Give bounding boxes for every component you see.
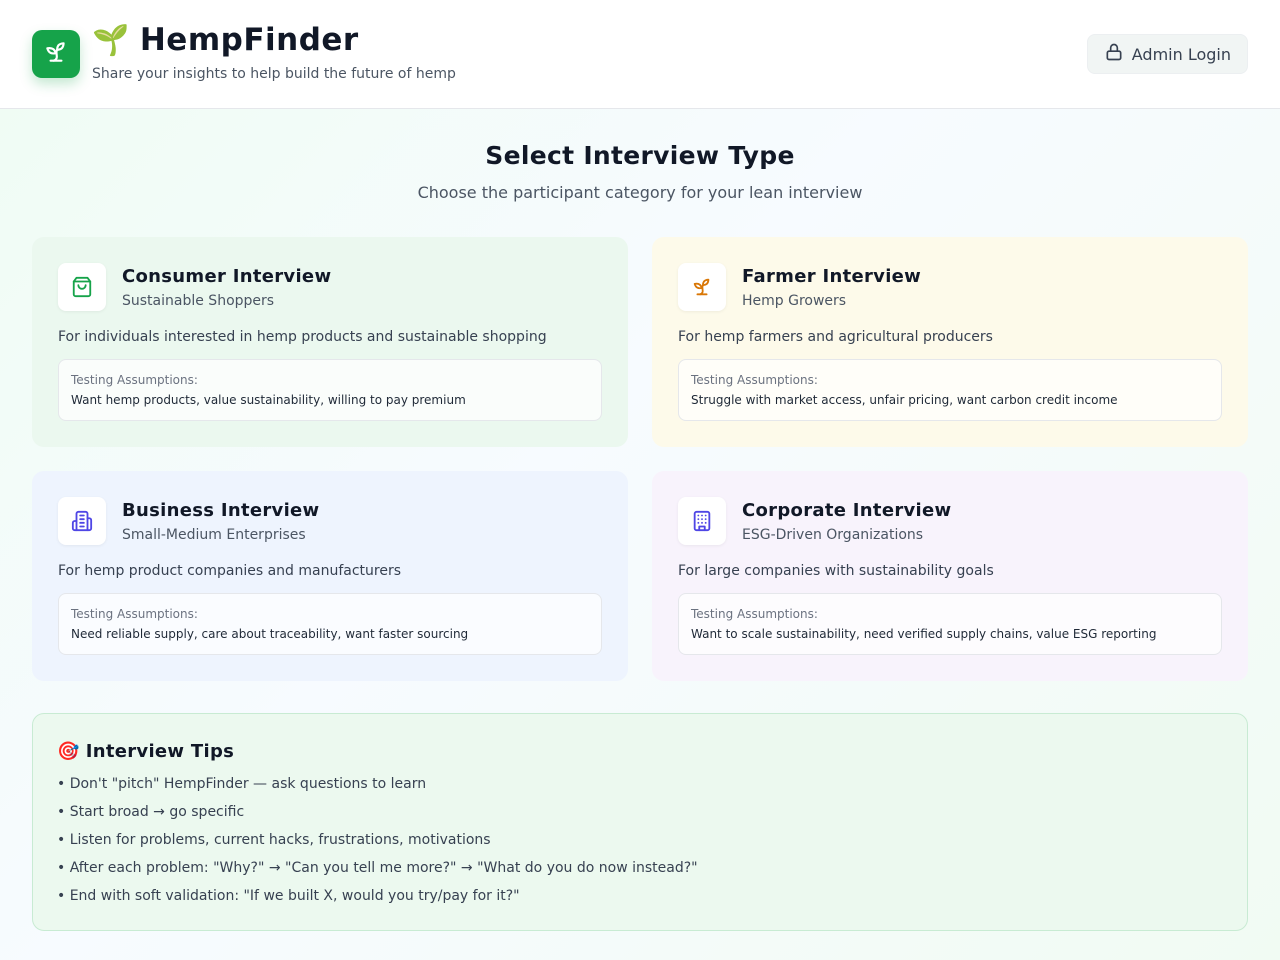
- card-subtitle: Small-Medium Enterprises: [122, 527, 306, 543]
- tips-list: • Don't "pitch" HempFinder — ask questio…: [57, 774, 698, 914]
- card-title: Corporate Interview: [742, 500, 952, 521]
- app-subtitle: Share your insights to help build the fu…: [92, 66, 456, 82]
- tips-heading: 🎯 Interview Tips: [57, 741, 234, 762]
- card-description: For large companies with sustainability …: [678, 563, 994, 579]
- office-building-icon: [678, 497, 726, 545]
- business-interview-card[interactable]: Business Interview Small-Medium Enterpri…: [32, 471, 628, 681]
- admin-login-button[interactable]: Admin Login: [1086, 34, 1248, 74]
- app-logo: [32, 30, 80, 78]
- card-description: For hemp farmers and agricultural produc…: [678, 329, 993, 345]
- app-header: 🌱 HempFinder Share your insights to help…: [0, 0, 1280, 109]
- card-subtitle: Sustainable Shoppers: [122, 293, 275, 309]
- assumptions-box: Testing Assumptions: Struggle with marke…: [678, 359, 1222, 421]
- card-subtitle: ESG-Driven Organizations: [742, 527, 924, 543]
- tip-item: • After each problem: "Why?" → "Can you …: [57, 860, 698, 876]
- buildings-icon: [58, 497, 106, 545]
- assumptions-box: Testing Assumptions: Need reliable suppl…: [58, 593, 602, 655]
- assumptions-box: Testing Assumptions: Want to scale susta…: [678, 593, 1222, 655]
- card-title: Consumer Interview: [122, 266, 332, 287]
- card-subtitle: Hemp Growers: [742, 293, 847, 309]
- shopping-bag-icon: [58, 263, 106, 311]
- assumptions-label: Testing Assumptions:: [691, 373, 818, 387]
- interview-tips-panel: 🎯 Interview Tips • Don't "pitch" HempFin…: [32, 713, 1248, 931]
- farmer-interview-card[interactable]: Farmer Interview Hemp Growers For hemp f…: [652, 237, 1248, 447]
- app-name: HempFinder: [139, 22, 359, 58]
- app-title: 🌱 HempFinder: [92, 22, 359, 58]
- card-title: Farmer Interview: [742, 266, 922, 287]
- consumer-interview-card[interactable]: Consumer Interview Sustainable Shoppers …: [32, 237, 628, 447]
- sprout-icon: [43, 39, 69, 69]
- card-title: Business Interview: [122, 500, 320, 521]
- lock-icon: [1104, 42, 1124, 66]
- tips-title: Interview Tips: [85, 741, 235, 762]
- target-icon: 🎯: [57, 741, 80, 762]
- admin-login-label: Admin Login: [1131, 44, 1231, 64]
- sprout-icon: [678, 263, 726, 311]
- tip-item: • End with soft validation: "If we built…: [57, 888, 520, 904]
- assumptions-text: Want hemp products, value sustainability…: [71, 393, 466, 407]
- tip-item: • Don't "pitch" HempFinder — ask questio…: [57, 776, 427, 792]
- assumptions-label: Testing Assumptions:: [71, 607, 198, 621]
- card-description: For hemp product companies and manufactu…: [58, 563, 401, 579]
- page-title: Select Interview Type: [485, 141, 795, 170]
- seedling-emoji-icon: 🌱: [92, 22, 130, 58]
- assumptions-box: Testing Assumptions: Want hemp products,…: [58, 359, 602, 421]
- assumptions-label: Testing Assumptions:: [71, 373, 198, 387]
- tip-item: • Listen for problems, current hacks, fr…: [57, 832, 491, 848]
- assumptions-label: Testing Assumptions:: [691, 607, 818, 621]
- assumptions-text: Need reliable supply, care about traceab…: [71, 627, 469, 641]
- tip-item: • Start broad → go specific: [57, 804, 245, 820]
- assumptions-text: Struggle with market access, unfair pric…: [691, 393, 1118, 407]
- card-description: For individuals interested in hemp produ…: [58, 329, 547, 345]
- corporate-interview-card[interactable]: Corporate Interview ESG-Driven Organizat…: [652, 471, 1248, 681]
- page-subtitle: Choose the participant category for your…: [417, 183, 863, 202]
- assumptions-text: Want to scale sustainability, need verif…: [691, 627, 1157, 641]
